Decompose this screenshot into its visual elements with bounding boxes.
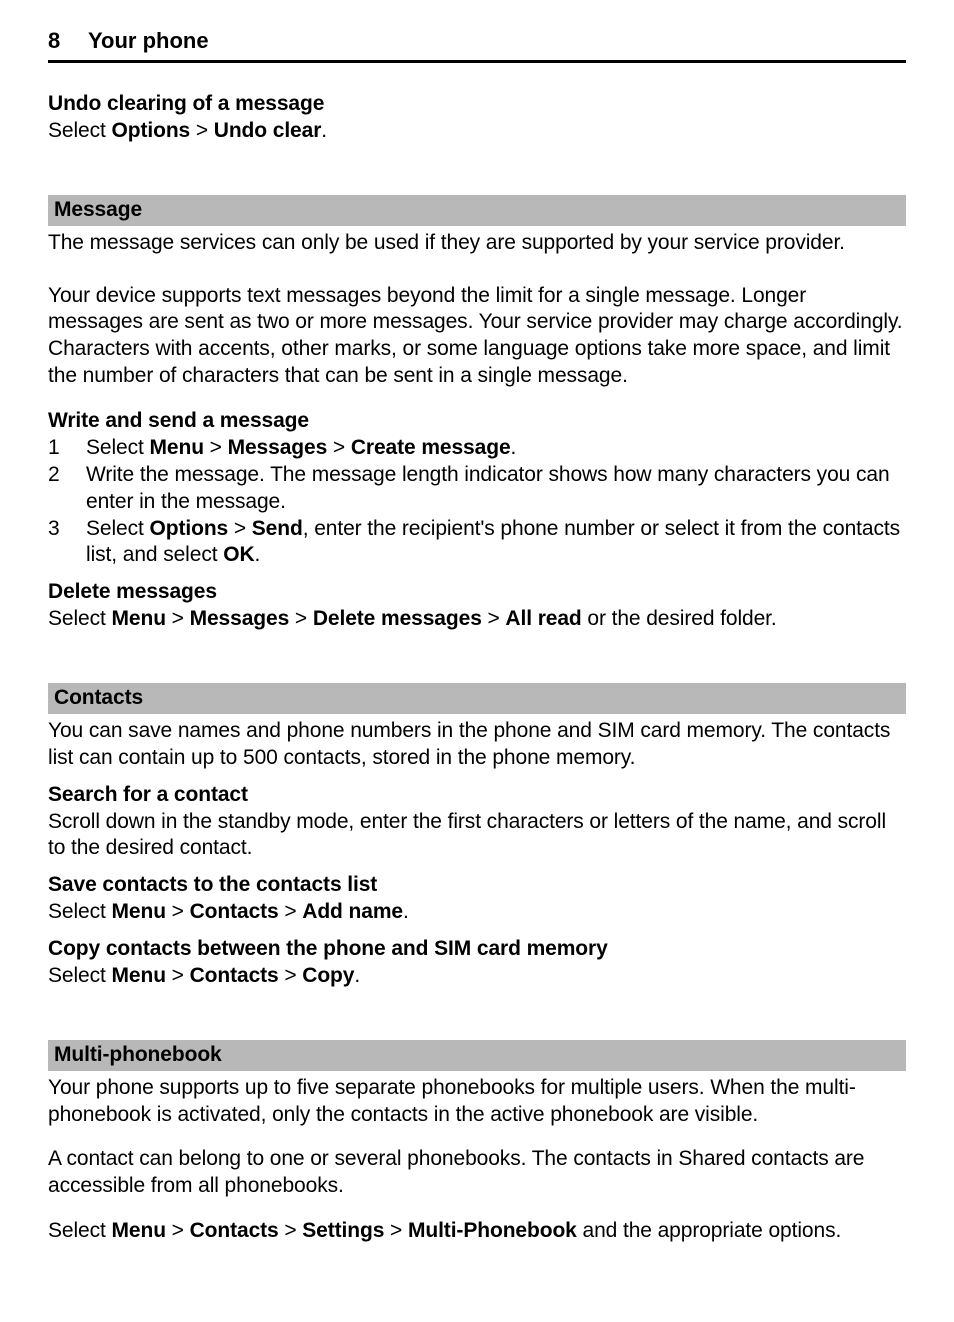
step-number: 1	[48, 435, 86, 462]
separator: >	[384, 1219, 408, 1242]
period: .	[354, 964, 360, 987]
contacts-intro: You can save names and phone numbers in …	[48, 718, 906, 772]
write-send-steps: 1 Select Menu > Messages > Create messag…	[48, 435, 906, 569]
create-message-label: Create message	[351, 436, 511, 459]
multi-phonebook-section-bar: Multi-phonebook	[48, 1040, 906, 1071]
separator: >	[279, 1219, 303, 1242]
page-number: 8	[48, 28, 88, 54]
save-contacts-heading: Save contacts to the contacts list	[48, 872, 906, 899]
text: Select	[48, 607, 112, 630]
manual-page: 8 Your phone Undo clearing of a message …	[0, 0, 954, 1293]
undo-clearing-heading: Undo clearing of a message	[48, 91, 906, 118]
text: Select	[48, 119, 112, 142]
messages-label: Messages	[228, 436, 328, 459]
step-text: Write the message. The message length in…	[86, 462, 906, 516]
text: Select	[86, 436, 150, 459]
message-intro-1: The message services can only be used if…	[48, 230, 906, 257]
text: Select	[48, 964, 112, 987]
contacts-label: Contacts	[190, 964, 279, 987]
separator: >	[166, 964, 190, 987]
step-text: Select Options > Send, enter the recipie…	[86, 516, 906, 570]
separator: >	[482, 607, 506, 630]
text: Select	[86, 517, 150, 540]
spacer	[48, 990, 906, 1016]
multi-phonebook-p1: Your phone supports up to five separate …	[48, 1075, 906, 1129]
page-body: Undo clearing of a message Select Option…	[48, 91, 906, 1245]
undo-clear-label: Undo clear	[214, 119, 322, 142]
options-label: Options	[150, 517, 229, 540]
multi-phonebook-nav: Select Menu > Contacts > Settings > Mult…	[48, 1218, 906, 1245]
separator: >	[289, 607, 313, 630]
menu-label: Menu	[150, 436, 204, 459]
step-text: Select Menu > Messages > Create message.	[86, 435, 906, 462]
separator: >	[228, 517, 252, 540]
separator: >	[166, 1219, 190, 1242]
contacts-section-bar: Contacts	[48, 683, 906, 714]
contacts-label: Contacts	[190, 1219, 279, 1242]
menu-label: Menu	[112, 964, 166, 987]
undo-clearing-instruction: Select Options > Undo clear.	[48, 118, 906, 145]
spacer	[48, 633, 906, 659]
text: and the appropriate options.	[577, 1219, 841, 1242]
ok-label: OK	[223, 543, 254, 566]
send-label: Send	[252, 517, 303, 540]
step-number: 2	[48, 462, 86, 516]
copy-contacts-instruction: Select Menu > Contacts > Copy.	[48, 963, 906, 990]
contacts-label: Contacts	[190, 900, 279, 923]
text: or the desired folder.	[582, 607, 777, 630]
period: .	[511, 436, 517, 459]
separator: >	[166, 900, 190, 923]
step-2: 2 Write the message. The message length …	[48, 462, 906, 516]
separator: >	[204, 436, 228, 459]
menu-label: Menu	[112, 1219, 166, 1242]
text: Select	[48, 1219, 112, 1242]
step-1: 1 Select Menu > Messages > Create messag…	[48, 435, 906, 462]
separator: >	[327, 436, 351, 459]
options-label: Options	[112, 119, 191, 142]
spacer	[48, 257, 906, 283]
separator: >	[279, 964, 303, 987]
message-intro-2: Your device supports text messages beyon…	[48, 283, 906, 391]
copy-contacts-heading: Copy contacts between the phone and SIM …	[48, 936, 906, 963]
delete-messages-label: Delete messages	[313, 607, 482, 630]
page-header: 8 Your phone	[48, 28, 906, 63]
step-3: 3 Select Options > Send, enter the recip…	[48, 516, 906, 570]
write-send-heading: Write and send a message	[48, 408, 906, 435]
settings-label: Settings	[302, 1219, 384, 1242]
menu-label: Menu	[112, 607, 166, 630]
period: .	[403, 900, 409, 923]
spacer	[48, 1200, 906, 1218]
add-name-label: Add name	[302, 900, 403, 923]
multi-phonebook-p2: A contact can belong to one or several p…	[48, 1146, 906, 1200]
period: .	[255, 543, 261, 566]
separator: >	[279, 900, 303, 923]
text: Select	[48, 900, 112, 923]
spacer	[48, 145, 906, 171]
search-contact-text: Scroll down in the standby mode, enter t…	[48, 809, 906, 863]
delete-messages-instruction: Select Menu > Messages > Delete messages…	[48, 606, 906, 633]
menu-label: Menu	[112, 900, 166, 923]
step-number: 3	[48, 516, 86, 570]
separator: >	[190, 119, 214, 142]
copy-label: Copy	[302, 964, 354, 987]
separator: >	[166, 607, 190, 630]
chapter-title: Your phone	[88, 28, 209, 54]
period: .	[321, 119, 327, 142]
delete-messages-heading: Delete messages	[48, 579, 906, 606]
search-contact-heading: Search for a contact	[48, 782, 906, 809]
multi-phonebook-label: Multi-Phonebook	[408, 1219, 577, 1242]
message-section-bar: Message	[48, 195, 906, 226]
messages-label: Messages	[190, 607, 290, 630]
all-read-label: All read	[505, 607, 581, 630]
save-contacts-instruction: Select Menu > Contacts > Add name.	[48, 899, 906, 926]
spacer	[48, 1128, 906, 1146]
